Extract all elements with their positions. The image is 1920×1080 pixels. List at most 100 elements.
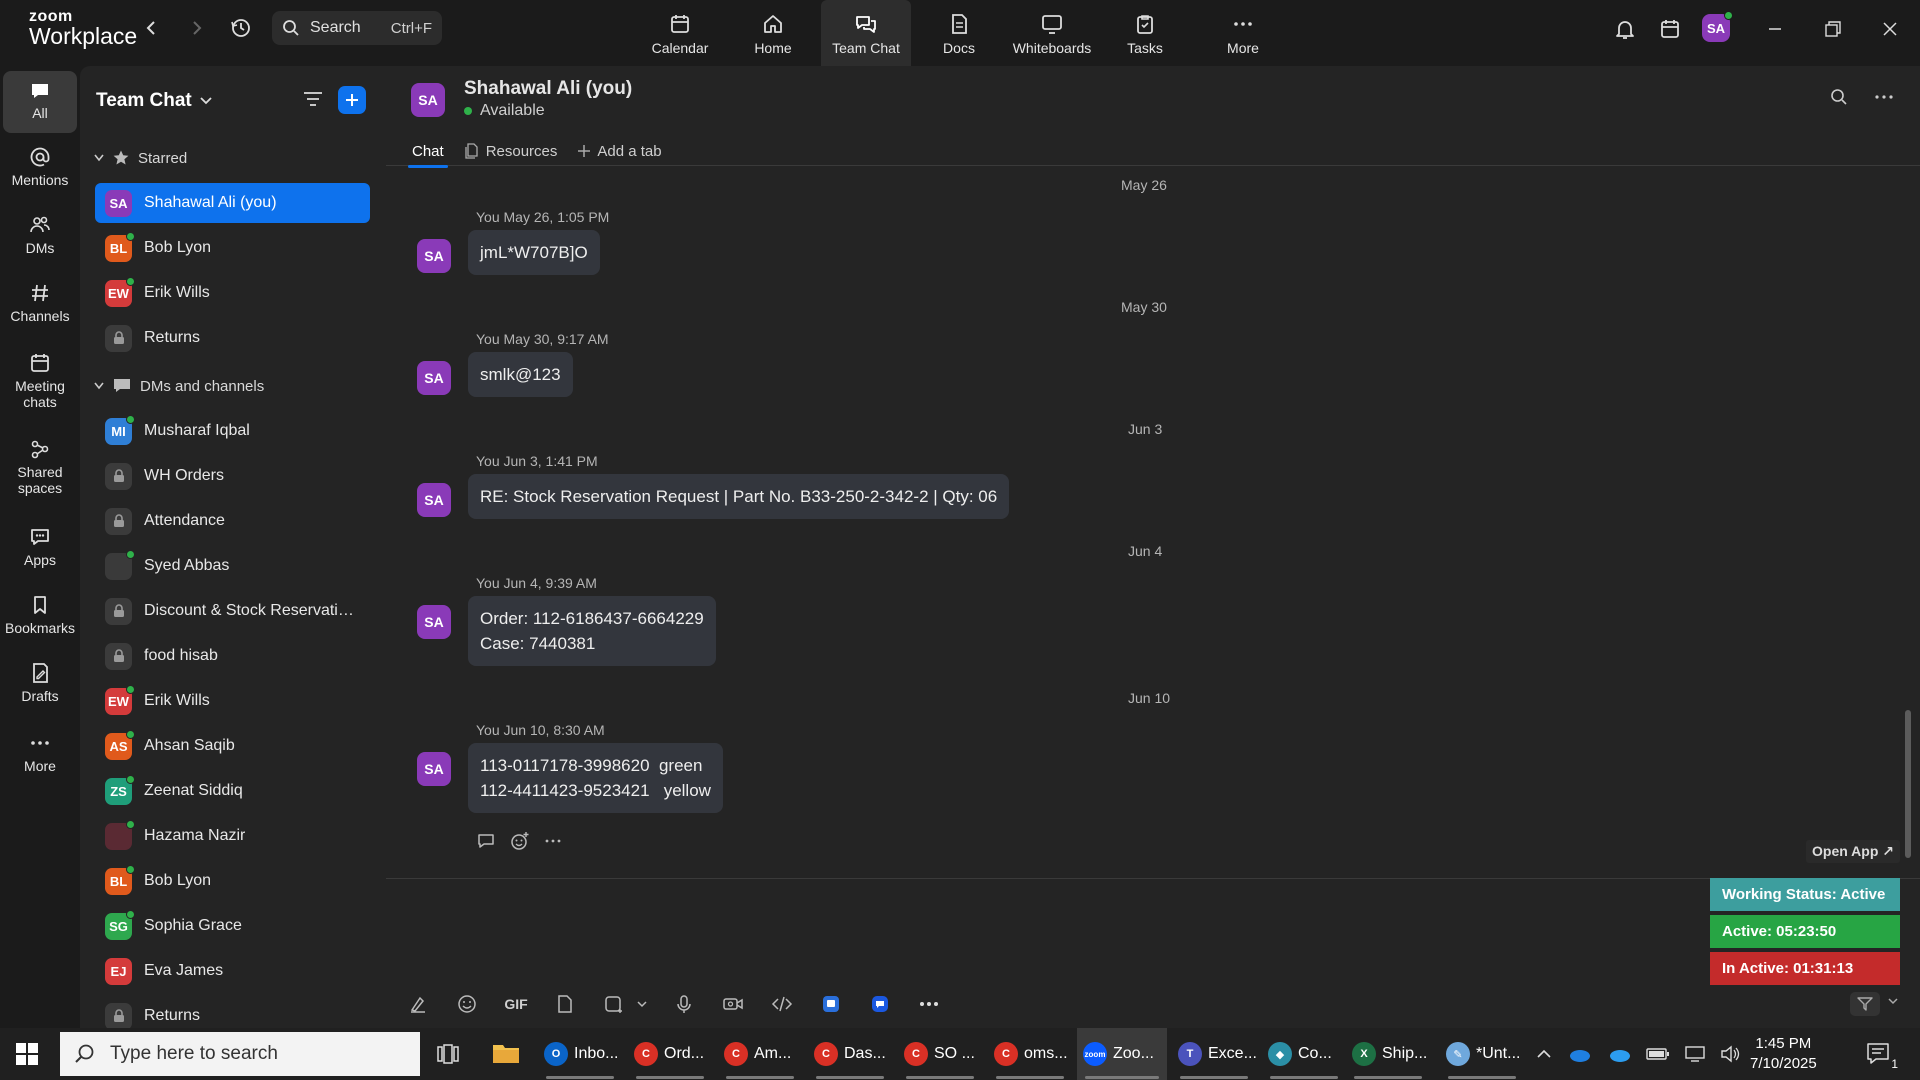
taskbar-app[interactable]: C SO ... — [898, 1028, 982, 1080]
chat-list-item[interactable]: Discount & Stock Reservatio... — [95, 591, 370, 631]
chat-list-item[interactable]: BL Bob Lyon — [95, 228, 370, 268]
rail-item-more[interactable]: More — [3, 732, 77, 774]
chat-list-item[interactable]: EW Erik Wills — [95, 681, 370, 721]
windows-start-icon[interactable] — [16, 1043, 38, 1065]
nav-whiteboards[interactable]: Whiteboards — [1007, 0, 1097, 66]
app-icon[interactable] — [817, 990, 845, 1018]
chevron-down-icon[interactable] — [1888, 998, 1898, 1005]
chevron-down-icon[interactable] — [635, 990, 649, 1018]
video-icon[interactable] — [719, 990, 747, 1018]
message-avatar[interactable]: SA — [417, 361, 451, 395]
more-icon[interactable] — [915, 990, 943, 1018]
taskbar-app[interactable]: ◆ Co... — [1262, 1028, 1346, 1080]
message-bubble[interactable]: RE: Stock Reservation Request | Part No.… — [468, 474, 1010, 519]
chat-list-item[interactable]: EJ Eva James — [95, 951, 370, 991]
onedrive-icon[interactable] — [1566, 1045, 1592, 1063]
open-app-button[interactable]: Open App ↗ — [1806, 840, 1900, 863]
send-button[interactable] — [1850, 992, 1880, 1016]
rail-item-all[interactable]: All — [3, 71, 77, 133]
forward-arrow-icon[interactable] — [182, 13, 212, 43]
chat-list-item[interactable]: MI Musharaf Iqbal — [95, 411, 370, 451]
nav-home[interactable]: Home — [728, 0, 818, 66]
microphone-icon[interactable] — [670, 990, 698, 1018]
add-reaction-icon[interactable] — [510, 831, 530, 851]
new-chat-button[interactable] — [338, 86, 366, 114]
taskbar-app[interactable]: T Exce... — [1172, 1028, 1257, 1080]
chat-list-item[interactable]: Hazama Nazir — [95, 816, 370, 856]
tab-chat[interactable]: Chat — [408, 138, 448, 168]
message-avatar[interactable]: SA — [417, 605, 451, 639]
format-icon[interactable] — [404, 990, 432, 1018]
message-input[interactable] — [406, 888, 1666, 978]
taskbar-app[interactable]: X Ship... — [1346, 1028, 1430, 1080]
chat-list-item[interactable]: SG Sophia Grace — [95, 906, 370, 946]
chevron-up-icon[interactable] — [1536, 1049, 1552, 1059]
calendar-icon[interactable] — [1655, 14, 1685, 44]
chat-list-item[interactable]: Returns — [95, 318, 370, 358]
screenshot-icon[interactable] — [600, 990, 628, 1018]
close-icon[interactable] — [1875, 14, 1905, 44]
more-icon[interactable] — [544, 838, 562, 844]
file-explorer-icon[interactable] — [492, 1041, 520, 1065]
nav-tasks[interactable]: Tasks — [1100, 0, 1190, 66]
volume-icon[interactable] — [1720, 1045, 1742, 1063]
chat-list-item[interactable]: ZS Zeenat Siddiq — [95, 771, 370, 811]
user-avatar[interactable]: SA — [1702, 11, 1733, 42]
nav-calendar[interactable]: Calendar — [635, 0, 725, 66]
taskbar-app[interactable]: C Am... — [718, 1028, 802, 1080]
battery-icon[interactable] — [1646, 1047, 1670, 1061]
back-arrow-icon[interactable] — [136, 13, 166, 43]
taskbar-app[interactable]: O Inbo... — [538, 1028, 622, 1080]
scrollbar[interactable] — [1905, 710, 1911, 858]
message-bubble[interactable]: smlk@123 — [468, 352, 573, 397]
reply-icon[interactable] — [476, 832, 496, 850]
chat-list-item[interactable]: WH Orders — [95, 456, 370, 496]
taskbar-search[interactable]: Type here to search — [60, 1032, 420, 1076]
rail-item-mentions[interactable]: Mentions — [3, 146, 77, 188]
nav-docs[interactable]: Docs — [914, 0, 1004, 66]
taskbar-app[interactable]: C Das... — [808, 1028, 892, 1080]
chat-list-item[interactable]: Returns — [95, 996, 370, 1028]
emoji-icon[interactable] — [453, 990, 481, 1018]
message-bubble[interactable]: jmL*W707B]O — [468, 230, 600, 275]
system-clock[interactable]: 1:45 PM 7/10/2025 — [1750, 1034, 1817, 1074]
network-icon[interactable] — [1684, 1045, 1706, 1063]
minimize-icon[interactable] — [1760, 14, 1790, 44]
taskbar-app[interactable]: ✎ *Unt... — [1440, 1028, 1524, 1080]
rail-item-bookmarks[interactable]: Bookmarks — [3, 594, 77, 636]
chat-list-item[interactable]: EW Erik Wills — [95, 273, 370, 313]
bell-icon[interactable] — [1610, 14, 1640, 44]
cloud-icon[interactable] — [1606, 1045, 1632, 1063]
restore-icon[interactable] — [1818, 14, 1848, 44]
chat-list-title[interactable]: Team Chat — [96, 90, 212, 112]
rail-item-drafts[interactable]: Drafts — [3, 662, 77, 704]
chat-list-item[interactable]: food hisab — [95, 636, 370, 676]
tab-add[interactable]: Add a tab — [577, 138, 662, 164]
app-icon-2[interactable] — [866, 990, 894, 1018]
rail-item-meeting-chats[interactable]: Meeting chats — [3, 352, 77, 410]
gif-button[interactable]: GIF — [502, 990, 530, 1018]
taskbar-app[interactable]: Coms... — [988, 1028, 1072, 1080]
search-box[interactable]: Search Ctrl+F — [272, 11, 442, 45]
taskbar-app[interactable]: C Ord... — [628, 1028, 712, 1080]
rail-item-channels[interactable]: Channels — [3, 282, 77, 324]
file-icon[interactable] — [551, 990, 579, 1018]
rail-item-shared-spaces[interactable]: Shared spaces — [3, 438, 77, 496]
message-avatar[interactable]: SA — [417, 483, 451, 517]
chat-title[interactable]: Shahawal Ali (you) — [464, 78, 632, 100]
more-options-icon[interactable] — [1874, 88, 1894, 106]
filter-icon[interactable] — [302, 88, 324, 110]
chat-list-item[interactable]: SA Shahawal Ali (you) — [95, 183, 370, 223]
section-dms-channels[interactable]: DMs and channels — [94, 377, 264, 395]
section-starred[interactable]: Starred — [94, 149, 187, 167]
chat-list-item[interactable]: AS Ahsan Saqib — [95, 726, 370, 766]
chat-list-item[interactable]: Syed Abbas — [95, 546, 370, 586]
chat-list-item[interactable]: BL Bob Lyon — [95, 861, 370, 901]
message-bubble[interactable]: Order: 112-6186437-6664229 Case: 7440381 — [468, 596, 716, 666]
rail-item-apps[interactable]: Apps — [3, 526, 77, 568]
task-view-icon[interactable] — [436, 1042, 460, 1066]
chat-list-item[interactable]: Attendance — [95, 501, 370, 541]
notifications-icon[interactable]: 1 — [1866, 1041, 1898, 1071]
message-bubble[interactable]: 113-0117178-3998620 green 112-4411423-95… — [468, 743, 723, 813]
tab-resources[interactable]: Resources — [464, 138, 557, 164]
